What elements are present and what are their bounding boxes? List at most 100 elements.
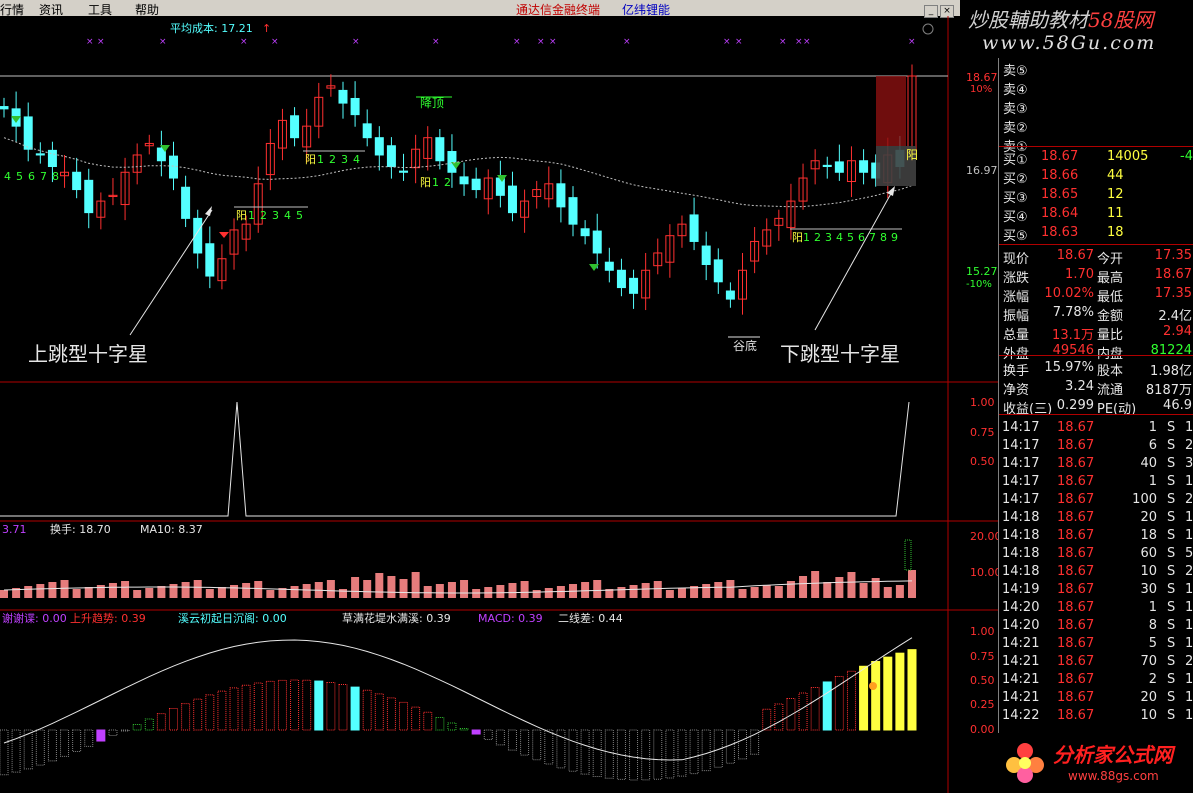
tick-volume: 18 — [1140, 528, 1157, 543]
annotation-down-gap-doji: 下跳型十字星 — [780, 342, 900, 366]
sell-label: 卖② — [1003, 121, 1028, 136]
buy-row[interactable]: 买① 18.67 14005 -4 — [999, 149, 1193, 168]
buy-row[interactable]: 买④ 18.64 11 — [999, 206, 1193, 225]
pink-dot-marker: × — [803, 37, 811, 47]
pink-dot-marker: × — [432, 37, 440, 47]
pink-dot-marker: × — [86, 37, 94, 47]
oscillator-bar — [0, 729, 9, 776]
tick-row: 14:20 18.67 8 S 1 — [999, 618, 1193, 636]
volume-bar — [0, 590, 8, 598]
tick-count: 1 — [1185, 528, 1193, 543]
oscillator-bar — [871, 661, 881, 731]
volume-bar — [447, 582, 456, 598]
sell-row[interactable]: 卖⑤ — [999, 60, 1193, 79]
buy-row[interactable]: 买② 18.66 44 — [999, 168, 1193, 187]
sequence-digit: 1 — [803, 231, 810, 244]
label-yang-last: 阳 — [906, 148, 918, 162]
candle-body — [713, 259, 723, 283]
tick-count: 2 — [1185, 492, 1193, 507]
vol-header-3: MA10: 8.37 — [140, 523, 203, 536]
candle-body — [374, 137, 384, 156]
sell-label: 卖③ — [1003, 102, 1028, 117]
tick-volume: 10 — [1140, 564, 1157, 579]
pink-dot-marker: × — [549, 37, 557, 47]
volume-bar — [799, 576, 808, 598]
tick-time: 14:17 — [1002, 492, 1040, 507]
tick-count: 1 — [1185, 690, 1193, 705]
sequence-digit: 8 — [880, 231, 887, 244]
signal-line — [0, 401, 910, 517]
sequence-digit: 3 — [825, 231, 832, 244]
oscillator-bar — [156, 713, 166, 731]
tick-time: 14:18 — [1002, 528, 1040, 543]
sell-label: 卖④ — [1003, 83, 1028, 98]
tick-count: 1 — [1185, 600, 1193, 615]
tick-time: 14:17 — [1002, 438, 1040, 453]
tick-time: 14:17 — [1002, 420, 1040, 435]
quote-value-2: 2.94 — [1163, 324, 1192, 339]
volume-bar — [895, 585, 904, 598]
pink-dot-marker: × — [513, 37, 521, 47]
osc-axis-2: 0.75 — [970, 650, 995, 663]
oscillator-bar — [108, 729, 118, 737]
tick-row: 14:21 18.67 70 S 2 — [999, 654, 1193, 672]
oscillator-bar — [72, 729, 82, 752]
tick-side: S — [1167, 636, 1176, 651]
sequence-digit: 1 — [248, 209, 255, 222]
tick-volume: 40 — [1140, 456, 1157, 471]
avg-cost-arrow: ↑ — [262, 22, 271, 35]
quote-label-2: 股本 — [1097, 364, 1124, 379]
tick-row: 14:19 18.67 30 S 1 — [999, 582, 1193, 600]
oscillator-bar — [629, 729, 639, 781]
oscillator-bar — [786, 698, 796, 731]
tick-volume: 1 — [1148, 420, 1157, 435]
oscillator-bar — [181, 703, 191, 731]
sequence-digit: 2 — [814, 231, 821, 244]
volume-bar — [532, 590, 541, 598]
candle-body — [23, 116, 33, 150]
oscillator-bar — [132, 723, 142, 731]
volume-bar — [460, 580, 469, 598]
oscillator-line — [3, 637, 913, 761]
tick-count: 1 — [1185, 618, 1193, 633]
buy-row[interactable]: 买③ 18.65 12 — [999, 187, 1193, 206]
candle-body — [568, 197, 578, 225]
quote-row: 涨幅 10.02% 最低 17.35 — [999, 286, 1193, 305]
sequence-digit: 4 — [284, 209, 291, 222]
tick-row: 14:18 18.67 20 S 1 — [999, 510, 1193, 528]
watermark-url: www.58Gu.com — [982, 32, 1157, 54]
candle-body — [0, 106, 9, 110]
oscillator-bar — [725, 729, 735, 764]
sell-row[interactable]: 卖② — [999, 117, 1193, 136]
tick-count: 1 — [1185, 708, 1193, 723]
oscillator-bar — [604, 729, 614, 779]
tick-time: 14:18 — [1002, 564, 1040, 579]
candle-body — [592, 230, 602, 254]
chart-area[interactable]: 平均成本: 17.21 ↑ × × × × × × × × × × × × × × × × × 18.67 10… — [0, 16, 998, 793]
sequence-digit: 阳 — [305, 153, 316, 166]
osc-axis-1: 1.00 — [970, 625, 995, 638]
sequence-digit: 1 — [317, 153, 324, 166]
tick-count: 1 — [1185, 582, 1193, 597]
tick-time: 14:19 — [1002, 582, 1040, 597]
candle-body — [689, 214, 699, 242]
sequence-digit: 3 — [341, 153, 348, 166]
quote-panel: 卖⑤ 卖④ 卖③ 卖② 卖① 买① 18.67 14005 -4 买② 18.66 44 买③ 18.6… — [998, 58, 1193, 733]
candle-body — [338, 89, 348, 104]
oscillator-bar — [859, 665, 869, 731]
oscillator-bar — [435, 716, 445, 731]
volume-bar — [242, 583, 251, 598]
arrow-left-line — [129, 209, 213, 336]
pink-dot-marker: × — [240, 37, 248, 47]
candle-body — [495, 177, 505, 196]
sell-row[interactable]: 卖④ — [999, 79, 1193, 98]
sell-row[interactable]: 卖③ — [999, 98, 1193, 117]
tick-side: S — [1167, 546, 1176, 561]
oscillator-bar — [326, 682, 336, 731]
volume-bar — [811, 571, 820, 598]
tick-volume: 5 — [1148, 636, 1157, 651]
buy-price: 18.64 — [1041, 206, 1079, 221]
buy-row[interactable]: 买⑤ 18.63 18 — [999, 225, 1193, 244]
buy-volume: 18 — [1107, 225, 1124, 240]
tick-time: 14:21 — [1002, 636, 1040, 651]
